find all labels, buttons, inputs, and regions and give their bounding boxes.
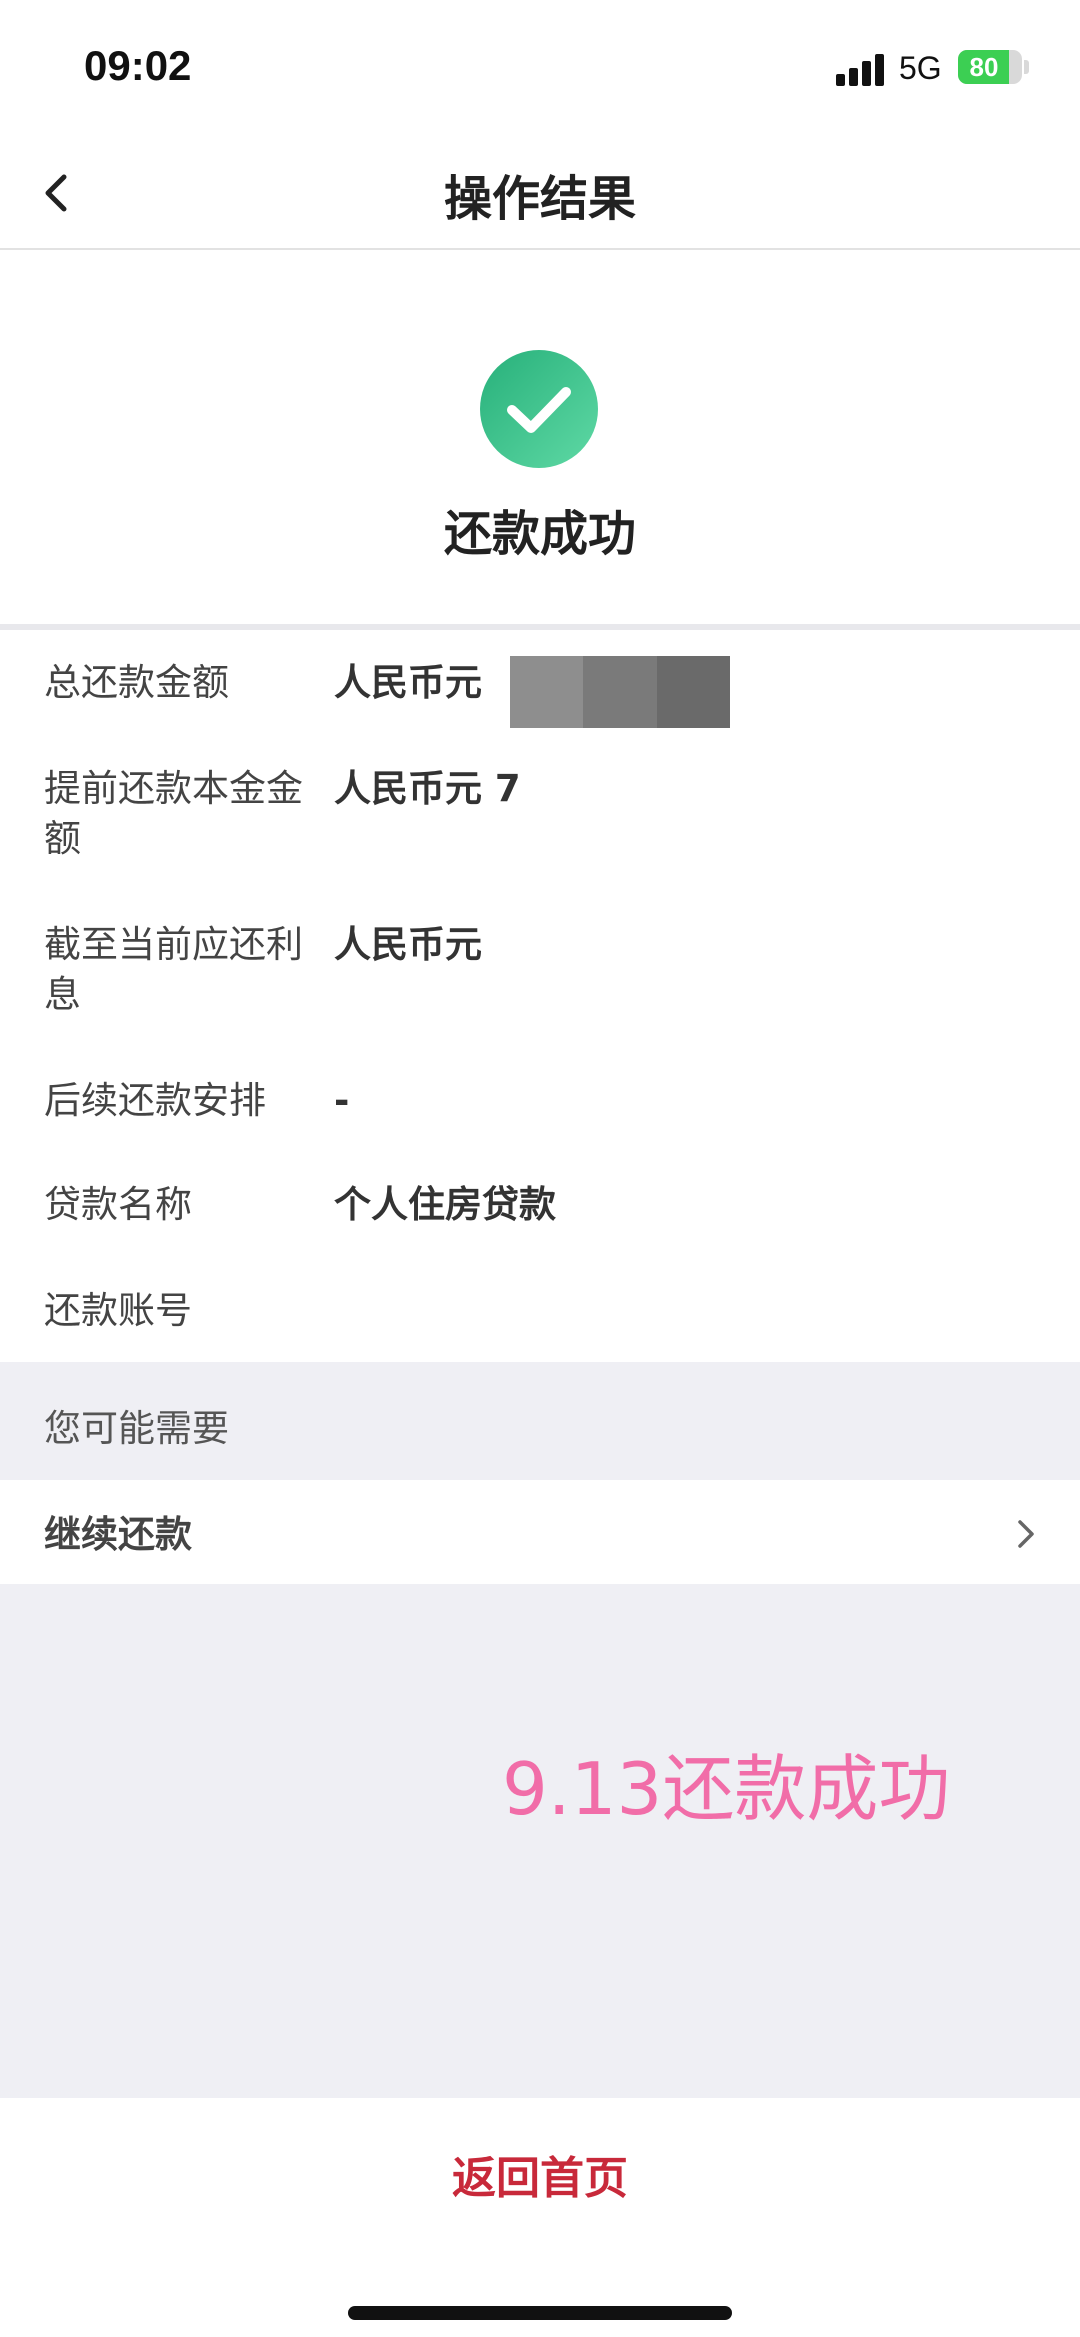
annotation-note: 9.13还款成功: [502, 1747, 951, 1831]
repayment-details: 总还款金额 人民币元 提前还款本金金额 人民币元 7 截至当前应还利息 人民币元…: [0, 630, 1080, 1362]
continue-repay-item[interactable]: 继续还款: [0, 1480, 1080, 1584]
detail-label-total: 总还款金额: [44, 661, 229, 704]
detail-label-principal: 提前还款本金金额: [44, 767, 303, 860]
return-home-button[interactable]: 返回首页: [0, 2142, 1080, 2206]
detail-value-interest: 人民币元: [334, 923, 482, 966]
detail-label-interest: 截至当前应还利息: [44, 923, 303, 1016]
check-circle-icon: [480, 350, 598, 468]
battery-level: 80: [969, 52, 999, 82]
suggestions-section: 您可能需要 继续还款 9.13还款成功: [0, 1362, 1080, 2098]
detail-label-account: 还款账号: [44, 1289, 192, 1332]
status-bar: 09:02 5G 80: [0, 0, 1080, 135]
status-time: 09:02: [84, 42, 192, 89]
cellular-signal-icon: [836, 54, 884, 86]
nav-bar: 操作结果: [0, 135, 1080, 250]
suggestions-title: 您可能需要: [44, 1407, 229, 1450]
detail-value-loan-name: 个人住房贷款: [334, 1183, 556, 1226]
battery-cap: [1024, 60, 1029, 74]
result-section: 还款成功: [0, 252, 1080, 624]
detail-value-principal: 人民币元 7: [334, 767, 521, 810]
bottom-bar: 返回首页: [0, 2098, 1080, 2337]
battery-icon: 80: [958, 50, 1022, 84]
network-type: 5G: [899, 50, 942, 86]
detail-label-loan-name: 贷款名称: [44, 1183, 192, 1226]
continue-repay-label: 继续还款: [44, 1513, 192, 1556]
redacted-amount: [510, 656, 730, 728]
detail-label-schedule: 后续还款安排: [44, 1079, 266, 1122]
detail-value-total: 人民币元: [334, 661, 482, 704]
result-title: 还款成功: [443, 506, 636, 562]
home-indicator: [348, 2306, 732, 2320]
chevron-right-icon: [1018, 1520, 1034, 1548]
page-title: 操作结果: [443, 171, 636, 227]
detail-value-schedule: -: [334, 1079, 350, 1122]
